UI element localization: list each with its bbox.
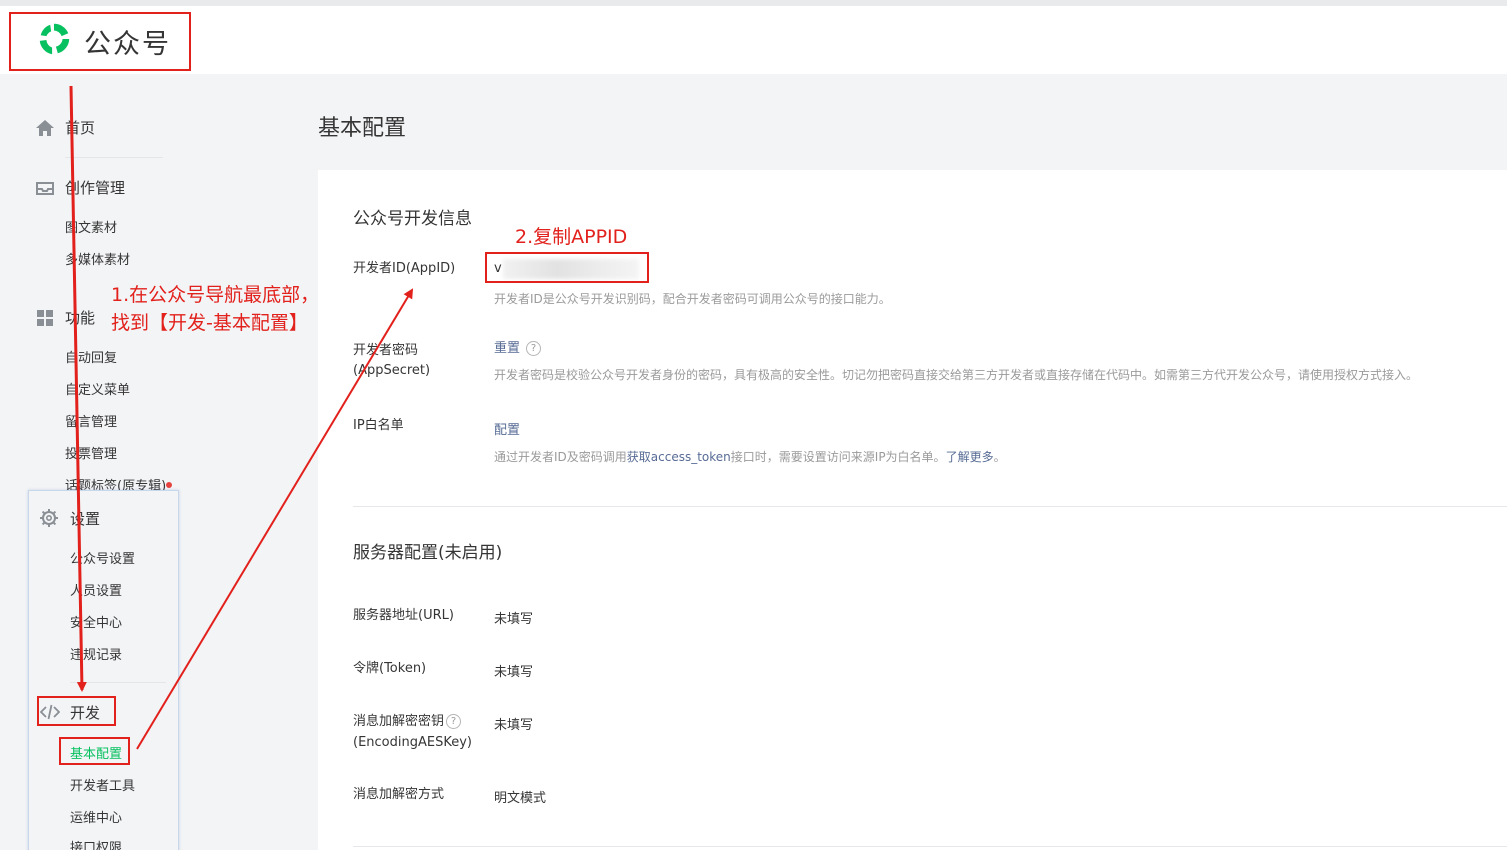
arrow-to-appid (136, 288, 414, 750)
annotation-arrows (69, 85, 414, 750)
arrow-to-develop (69, 85, 87, 692)
